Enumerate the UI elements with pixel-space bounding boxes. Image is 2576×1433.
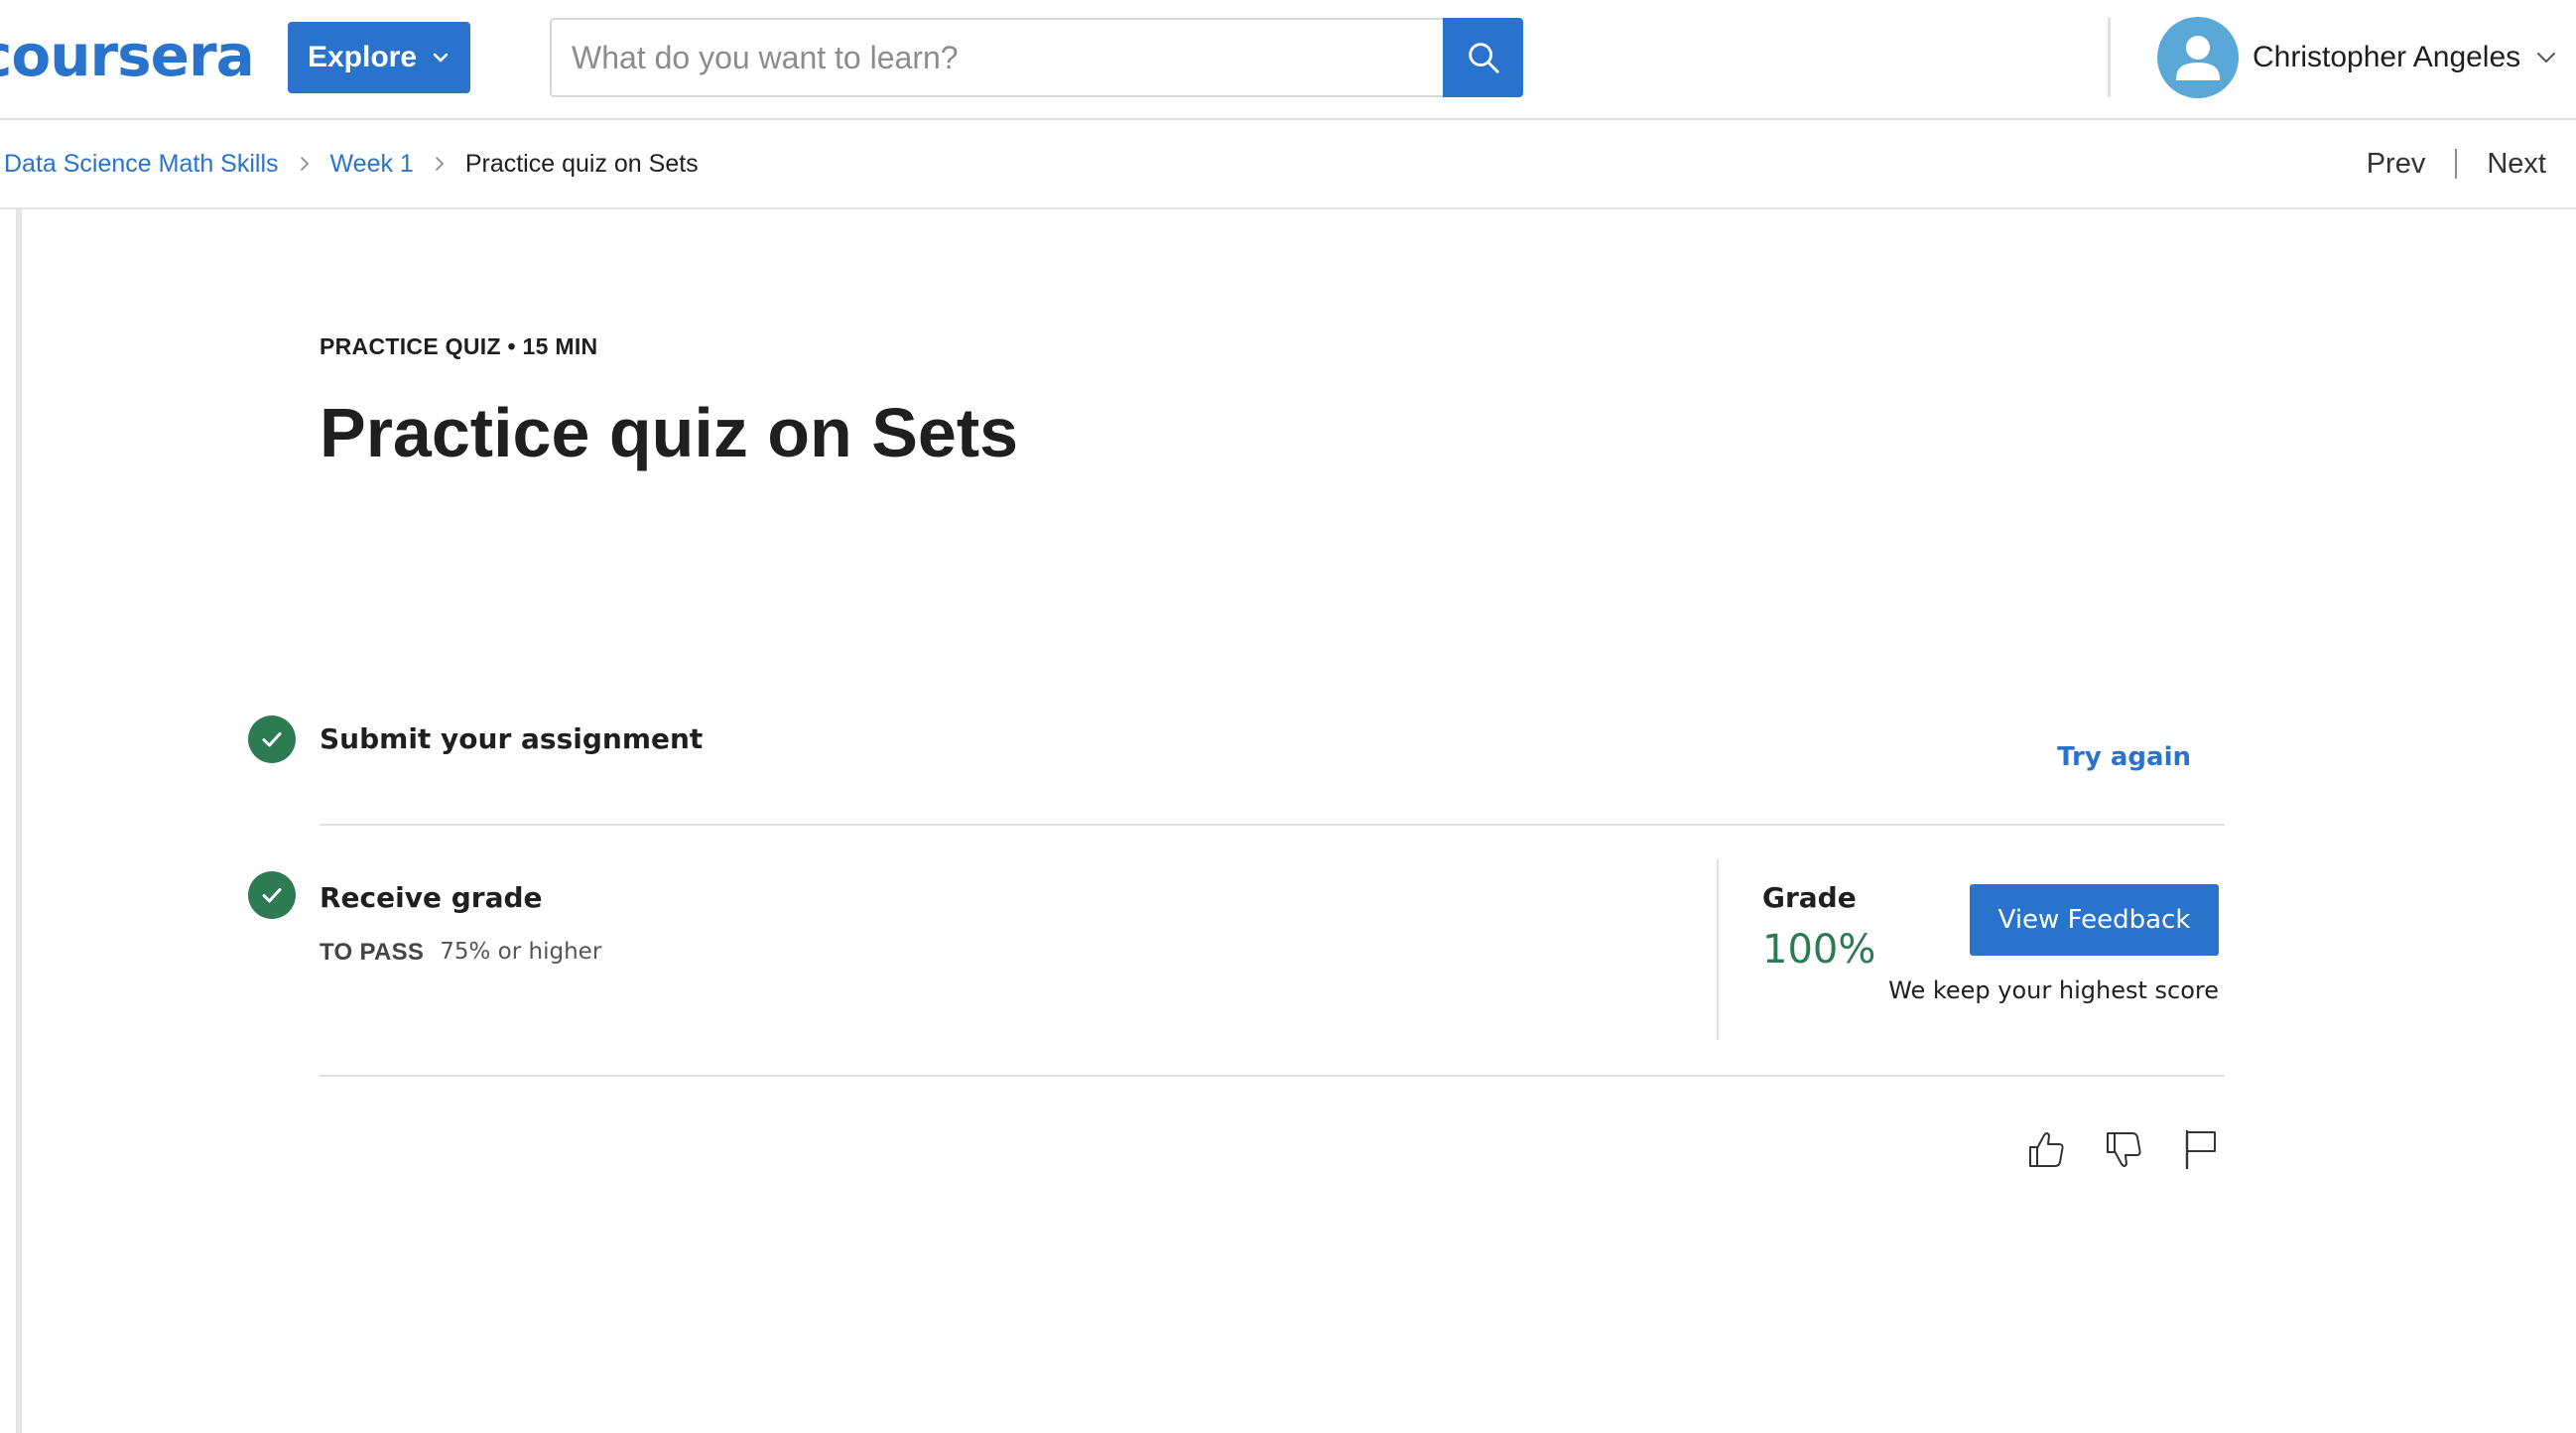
pass-requirement: TO PASS 75% or higher — [320, 939, 601, 967]
prev-next-nav: Prev Next — [2367, 120, 2546, 207]
check-circle-icon — [248, 716, 296, 763]
highest-score-note: We keep your highest score — [1888, 977, 2219, 1004]
top-header: coursera Explore What do you want to lea… — [0, 0, 2576, 120]
thumbs-down-icon[interactable] — [2102, 1127, 2145, 1171]
coursera-logo[interactable]: coursera — [0, 18, 255, 93]
grade-divider — [1717, 859, 1719, 1040]
user-name: Christopher Angeles — [2253, 41, 2521, 73]
next-link[interactable]: Next — [2487, 148, 2546, 181]
page: coursera Explore What do you want to lea… — [0, 0, 2576, 1433]
search-icon — [1468, 43, 1499, 73]
flag-icon[interactable] — [2179, 1127, 2223, 1171]
chevron-right-icon — [300, 157, 309, 171]
chevron-right-icon — [436, 157, 444, 171]
breadcrumb: Data Science Math Skills Week 1 Practice… — [4, 120, 699, 207]
prev-next-separator — [2455, 149, 2458, 179]
try-again-link[interactable]: Try again — [2057, 742, 2191, 772]
explore-button[interactable]: Explore — [288, 22, 470, 93]
breadcrumb-week[interactable]: Week 1 — [330, 150, 414, 179]
explore-label: Explore — [307, 41, 418, 73]
receive-step-title: Receive grade — [320, 881, 543, 914]
left-sidebar-edge — [16, 209, 22, 1433]
to-pass-value: 75% or higher — [440, 939, 602, 965]
grade-value: 100% — [1762, 927, 1876, 973]
page-title: Practice quiz on Sets — [320, 394, 1019, 471]
search-bar — [550, 18, 1523, 97]
user-avatar-icon — [2176, 36, 2220, 80]
checkmark-icon — [262, 732, 282, 747]
view-feedback-button[interactable]: View Feedback — [1970, 884, 2219, 956]
search-input[interactable] — [550, 18, 1443, 97]
breadcrumb-course[interactable]: Data Science Math Skills — [4, 150, 279, 179]
chevron-down-icon — [2537, 53, 2556, 63]
checkmark-icon — [262, 888, 282, 903]
check-circle-icon — [248, 871, 296, 919]
user-menu[interactable]: Christopher Angeles — [2157, 16, 2558, 99]
chevron-down-icon — [433, 53, 449, 63]
submit-step-title: Submit your assignment — [320, 722, 704, 755]
header-divider — [2108, 18, 2111, 97]
search-button[interactable] — [1443, 18, 1523, 97]
avatar — [2157, 17, 2239, 98]
section-divider — [320, 1075, 2225, 1077]
breadcrumb-current: Practice quiz on Sets — [464, 149, 699, 178]
quiz-eyebrow: PRACTICE QUIZ • 15 MIN — [320, 333, 598, 359]
grade-label: Grade — [1762, 881, 1857, 914]
prev-link[interactable]: Prev — [2367, 148, 2426, 181]
thumbs-up-icon[interactable] — [2024, 1127, 2068, 1171]
section-divider — [320, 824, 2225, 826]
feedback-actions — [2024, 1127, 2223, 1171]
breadcrumb-bar: Data Science Math Skills Week 1 Practice… — [0, 120, 2576, 209]
to-pass-label: TO PASS — [320, 939, 425, 966]
